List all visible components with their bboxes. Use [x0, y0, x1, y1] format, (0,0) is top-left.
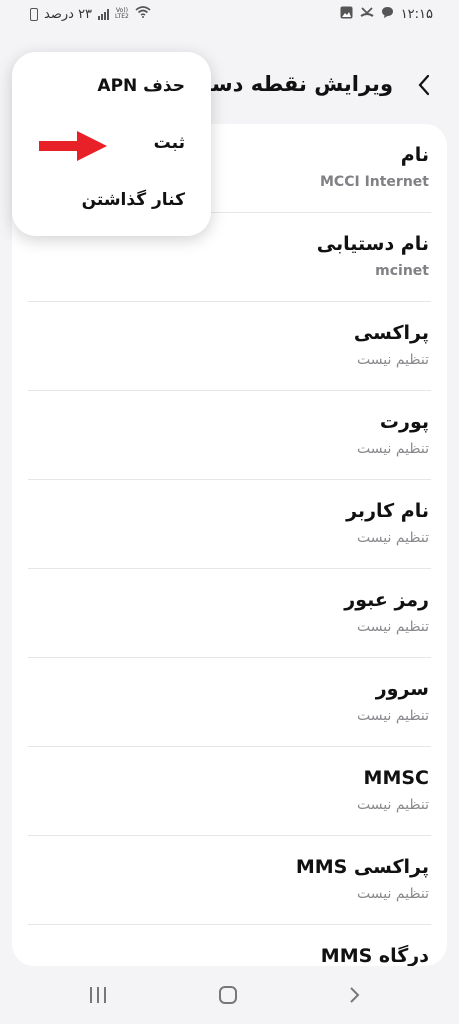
- page-title: ویرایش نقطه دست: [189, 72, 393, 96]
- signal-icon: [98, 8, 110, 20]
- clock: ۱۲:۱۵: [400, 7, 433, 22]
- field-value: تنظیم نیست: [357, 708, 429, 724]
- field-value: تنظیم نیست: [357, 797, 429, 813]
- message-icon: [381, 6, 394, 23]
- back-icon: [350, 987, 360, 1003]
- status-left: ۲۳ درصد Vo)) LTE2: [30, 6, 151, 22]
- field-row-mmsc[interactable]: MMSC تنظیم نیست: [28, 747, 431, 836]
- home-icon: [219, 986, 237, 1004]
- field-value: mcinet: [375, 263, 429, 279]
- field-title: پراکسی: [353, 322, 429, 344]
- battery-text: ۲۳ درصد: [44, 6, 93, 22]
- field-row-server[interactable]: سرور تنظیم نیست: [28, 658, 431, 747]
- volte-icon: Vo)) LTE2: [115, 7, 129, 20]
- missed-call-icon: [360, 6, 374, 23]
- field-title: پورت: [379, 411, 429, 433]
- battery-icon: [30, 7, 38, 21]
- field-row-password[interactable]: رمز عبور تنظیم نیست: [28, 569, 431, 658]
- field-value: تنظیم نیست: [357, 886, 429, 902]
- field-title: سرور: [375, 678, 429, 700]
- field-value: MCCI Internet: [320, 174, 429, 190]
- apn-settings-list: نام MCCI Internet نام دستیابی mcinet پرا…: [12, 124, 447, 966]
- menu-item-delete-apn[interactable]: حذف APN: [97, 76, 185, 96]
- status-right: ۱۲:۱۵: [340, 6, 433, 23]
- menu-item-discard[interactable]: کنار گذاشتن: [82, 190, 185, 210]
- field-row-proxy[interactable]: پراکسی تنظیم نیست: [28, 302, 431, 391]
- navigation-bar: [0, 966, 459, 1024]
- nav-back-button[interactable]: [334, 980, 374, 1010]
- chevron-left-icon: [418, 74, 430, 96]
- field-row-mms-port[interactable]: درگاه MMS: [28, 925, 431, 966]
- field-value: تنظیم نیست: [357, 441, 429, 457]
- recents-button[interactable]: [78, 980, 118, 1010]
- field-title: درگاه MMS: [320, 945, 429, 966]
- field-row-username[interactable]: نام کاربر تنظیم نیست: [28, 480, 431, 569]
- gallery-icon: [340, 6, 353, 23]
- field-value: تنظیم نیست: [357, 352, 429, 368]
- field-row-mms-proxy[interactable]: پراکسی MMS تنظیم نیست: [28, 836, 431, 925]
- status-bar: ۲۳ درصد Vo)) LTE2 ۱۲:۱۵: [0, 0, 459, 32]
- field-value: تنظیم نیست: [357, 530, 429, 546]
- field-title: نام: [400, 144, 429, 166]
- menu-item-save[interactable]: ثبت: [154, 133, 185, 153]
- field-title: رمز عبور: [344, 589, 429, 611]
- home-button[interactable]: [208, 980, 248, 1010]
- field-value: تنظیم نیست: [357, 619, 429, 635]
- field-row-port[interactable]: پورت تنظیم نیست: [28, 391, 431, 480]
- field-title: MMSC: [363, 767, 429, 789]
- field-title: نام کاربر: [346, 500, 429, 522]
- red-arrow-icon: [39, 131, 107, 161]
- recents-icon: [90, 987, 106, 1003]
- wifi-icon: [135, 6, 151, 22]
- back-button[interactable]: [409, 68, 439, 102]
- field-title: نام دستیابی: [316, 233, 429, 255]
- field-title: پراکسی MMS: [295, 856, 429, 878]
